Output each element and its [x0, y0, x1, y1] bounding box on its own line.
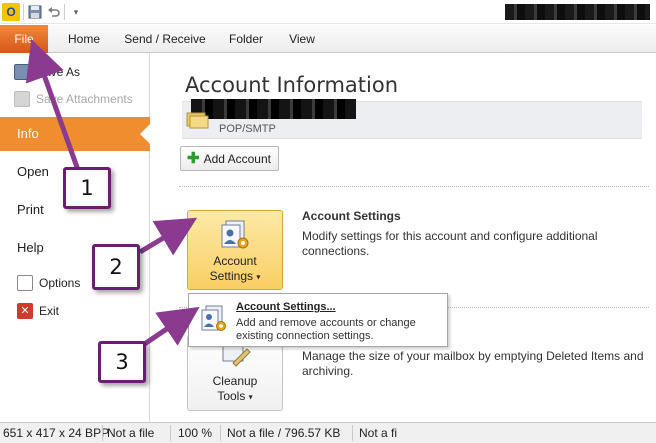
- account-settings-button-line1: Account: [213, 254, 257, 268]
- window-title-redacted: [505, 4, 650, 20]
- account-settings-icon: [201, 305, 226, 331]
- status-file: Not a file: [107, 426, 155, 440]
- ribbon-tabs: File Home Send / Receive Folder View: [0, 25, 656, 53]
- dropdown-account-settings-desc: Add and remove accounts or change existi…: [236, 317, 416, 342]
- nav-save-attachments[interactable]: Save Attachments: [14, 88, 133, 110]
- account-settings-button-line2: Settings: [209, 269, 253, 283]
- nav-save-as-label: Save As: [36, 65, 81, 79]
- dropdown-account-settings-item[interactable]: Account Settings...: [236, 301, 336, 313]
- nav-exit[interactable]: ✕ Exit: [17, 300, 59, 322]
- divider: [179, 186, 649, 187]
- toolbar-separator: [64, 4, 65, 20]
- status-file-size: Not a file / 796.57 KB: [227, 426, 341, 440]
- account-information-panel: Account Information POP/SMTP ✚ Add Accou…: [151, 53, 656, 422]
- callout-3: 3: [98, 341, 146, 383]
- nav-options-label: Options: [39, 276, 81, 290]
- save-attachments-icon: [14, 91, 30, 107]
- nav-options[interactable]: Options: [17, 272, 80, 294]
- account-settings-button[interactable]: Account Settings ▾: [187, 210, 283, 290]
- exit-icon: ✕: [17, 303, 33, 319]
- chevron-down-icon: ▾: [248, 392, 253, 402]
- tab-file[interactable]: File: [0, 25, 48, 53]
- tab-folder[interactable]: Folder: [220, 25, 272, 53]
- nav-info[interactable]: Info: [0, 117, 151, 151]
- chevron-down-icon: ▾: [256, 272, 261, 282]
- options-icon: [17, 275, 33, 291]
- tab-home[interactable]: Home: [60, 25, 108, 53]
- account-type: POP/SMTP: [219, 123, 276, 135]
- status-separator: [102, 425, 103, 441]
- undo-icon[interactable]: [46, 3, 62, 21]
- status-separator: [170, 425, 171, 441]
- add-account-label: Add Account: [203, 151, 271, 166]
- nav-save-attachments-label: Save Attachments: [36, 92, 133, 106]
- nav-exit-label: Exit: [39, 304, 60, 318]
- customize-arrow-icon[interactable]: ▾: [68, 3, 84, 21]
- tab-view[interactable]: View: [280, 25, 324, 53]
- mailbox-folder-icon: [186, 112, 209, 129]
- page-title: Account Information: [185, 73, 399, 97]
- account-settings-desc: Modify settings for this account and con…: [302, 229, 598, 258]
- save-as-icon: [14, 64, 30, 80]
- status-separator: [220, 425, 221, 441]
- toolbar-separator: [23, 4, 24, 20]
- cleanup-desc: Manage the size of your mailbox by empty…: [302, 349, 644, 378]
- cleanup-button-line1: Cleanup: [212, 374, 258, 388]
- cleanup-button-line2: Tools: [217, 389, 246, 403]
- account-settings-dropdown[interactable]: Account Settings... Add and remove accou…: [188, 293, 448, 347]
- nav-save-as[interactable]: Save As: [14, 61, 80, 83]
- outlook-logo-icon: O: [2, 3, 20, 21]
- status-bar: 651 x 417 x 24 BPP Not a file 100 % Not …: [0, 422, 656, 443]
- status-file-truncated: Not a fi: [359, 426, 398, 440]
- status-separator: [352, 425, 353, 441]
- plus-icon: ✚: [187, 150, 200, 167]
- quick-access-toolbar: O ▾: [0, 0, 656, 24]
- callout-2: 2: [92, 244, 140, 290]
- account-settings-title: Account Settings: [302, 209, 401, 223]
- account-name-redacted: [191, 99, 356, 119]
- status-zoom: 100 %: [178, 426, 213, 440]
- account-settings-icon: [221, 220, 249, 249]
- callout-1: 1: [63, 167, 111, 209]
- add-account-button[interactable]: ✚ Add Account: [180, 146, 279, 171]
- status-dimensions: 651 x 417 x 24 BPP: [3, 426, 110, 440]
- save-icon[interactable]: [27, 3, 43, 21]
- tab-send-receive[interactable]: Send / Receive: [118, 25, 212, 53]
